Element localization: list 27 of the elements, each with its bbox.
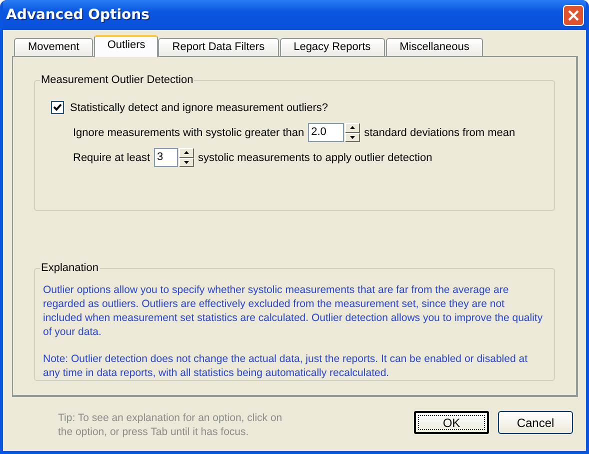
option-label: Ignore measurements with systolic greater than [73, 126, 304, 138]
ok-button[interactable]: OK [414, 411, 489, 434]
option-label: Require at least [73, 152, 150, 164]
close-icon[interactable] [563, 4, 584, 26]
option-label: systolic measurements to apply outlier detection [198, 152, 432, 164]
tab[interactable]: Legacy Reports [280, 38, 385, 56]
number-field[interactable]: 2.0 [308, 123, 344, 142]
down-arrow-icon [350, 136, 356, 139]
up-arrow-icon [184, 151, 190, 154]
number-field[interactable]: 3 [154, 148, 178, 167]
tab[interactable]: Outliers [94, 35, 158, 57]
tab[interactable]: Miscellaneous [386, 38, 484, 56]
group-title: Explanation [40, 261, 100, 275]
cancel-button[interactable]: Cancel [498, 411, 573, 434]
spin-up-button[interactable] [345, 123, 360, 132]
spin-up-button[interactable] [179, 148, 194, 158]
window-title: Advanced Options [6, 7, 150, 23]
tab[interactable]: Movement [14, 38, 94, 56]
tab[interactable]: Report Data Filters [158, 38, 279, 56]
checkbox[interactable] [51, 101, 64, 114]
explanation-text: Outlier options allow you to specify whether systolic measurements that are far from the average are regarded as outliers. Outliers are effectively excluded from the measurement set, since they are not included when measurement set statistics are calculated. Outlier detection allows you to improve the quality of your data. [43, 283, 544, 339]
checkbox-label[interactable]: Statistically detect and ignore measurement outliers? [70, 102, 328, 114]
tip-text: Tip: To see an explanation for an option, click on the option, or press Tab until it has focus. [58, 411, 284, 439]
up-arrow-icon [350, 126, 356, 130]
down-arrow-icon [184, 160, 190, 164]
explanation-text: Note: Outlier detection does not change the actual data, just the reports. It can be enabled or disabled at any time in data reports, with all statistics being automatically recalculated. [43, 352, 528, 380]
option-label: standard deviations from mean [364, 126, 516, 138]
